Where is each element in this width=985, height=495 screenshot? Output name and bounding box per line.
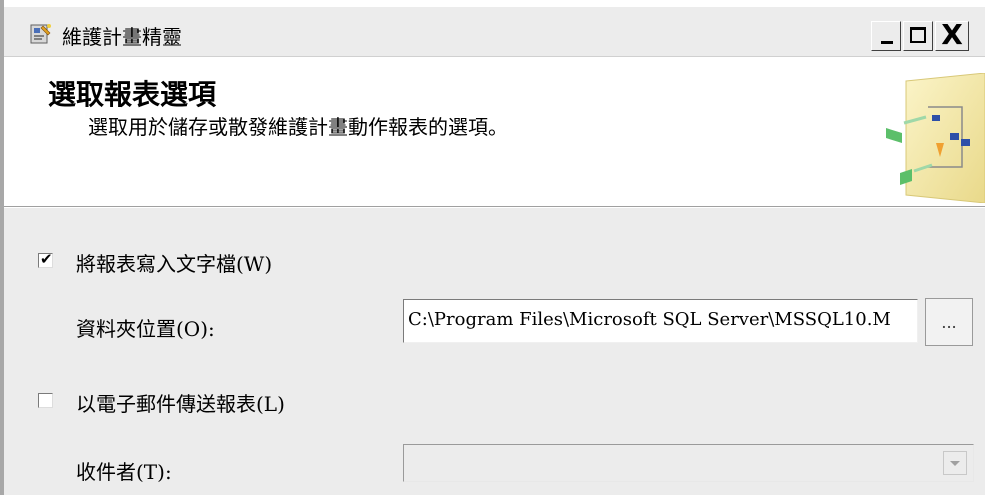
folder-location-input[interactable]: C:\Program Files\Microsoft SQL Server\MS…: [403, 299, 918, 343]
checkmark-icon: ✔: [40, 250, 53, 268]
close-icon: X: [941, 18, 963, 51]
email-report-label[interactable]: 以電子郵件傳送報表(L): [76, 388, 285, 417]
write-text-file-label[interactable]: 將報表寫入文字檔(W): [76, 248, 272, 277]
folder-location-label: 資料夾位置(O):: [76, 317, 215, 341]
browse-folder-button[interactable]: ...: [925, 298, 973, 346]
close-button[interactable]: X: [935, 18, 969, 51]
report-options-panel: ✔ 將報表寫入文字檔(W) 資料夾位置(O): C:\Program Files…: [4, 208, 985, 495]
email-report-checkbox[interactable]: [38, 393, 53, 408]
page-title: 選取報表選項: [48, 78, 217, 111]
browse-ellipsis-icon: ...: [941, 313, 957, 332]
wizard-app-icon: [30, 24, 51, 44]
write-text-file-checkbox[interactable]: ✔: [38, 250, 53, 268]
maintenance-plan-diagram-icon: [886, 73, 985, 203]
recipient-label: 收件者(T):: [76, 460, 172, 484]
dropdown-button[interactable]: [943, 451, 967, 475]
maximize-button[interactable]: [903, 21, 933, 51]
maximize-icon: [910, 27, 926, 43]
window-titlebar[interactable]: 維護計畫精靈 X: [4, 7, 985, 57]
minimize-icon: [881, 41, 893, 44]
minimize-button[interactable]: [871, 21, 901, 51]
window-title: 維護計畫精靈: [62, 25, 182, 49]
page-subtitle: 選取用於儲存或散發維護計畫動作報表的選項。: [88, 115, 508, 139]
recipient-dropdown[interactable]: [403, 444, 974, 482]
chevron-down-icon: [950, 461, 960, 466]
wizard-header: 選取報表選項 選取用於儲存或散發維護計畫動作報表的選項。: [4, 57, 985, 207]
